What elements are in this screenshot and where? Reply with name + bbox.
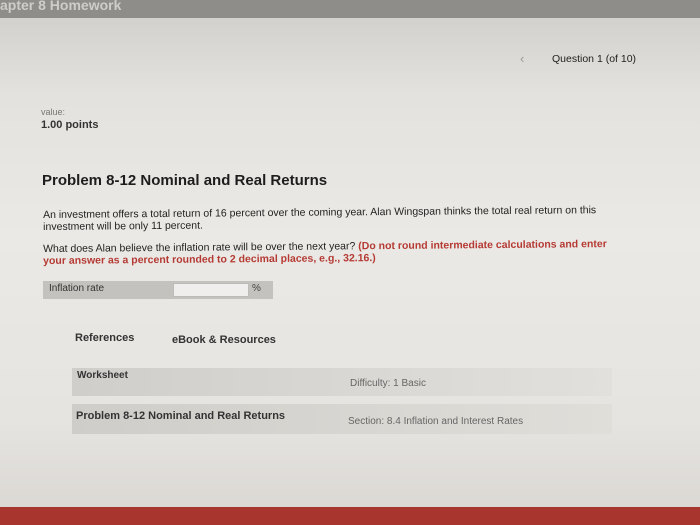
answer-label: Inflation rate — [49, 283, 105, 294]
percent-unit: % — [252, 283, 261, 294]
problem-name: Problem 8-12 Nominal and Real Returns — [76, 410, 286, 422]
question-navigation: ‹ Question 1 (of 10) — [520, 49, 650, 71]
page: apter 8 Homework ‹ Question 1 (of 10) va… — [0, 0, 700, 525]
worksheet-label[interactable]: Worksheet — [77, 370, 128, 381]
inflation-rate-input[interactable] — [173, 283, 249, 297]
worksheet-band: Worksheet Difficulty: 1 Basic — [72, 368, 612, 396]
value-label: value: — [41, 107, 66, 117]
problem-statement: An investment offers a total return of 1… — [43, 204, 597, 233]
bottom-stripe — [0, 507, 700, 525]
assignment-title: apter 8 Homework — [0, 0, 122, 13]
points-value: 1.00 points — [41, 119, 99, 131]
top-bar: apter 8 Homework — [0, 0, 700, 18]
chevron-left-icon[interactable]: ‹ — [520, 51, 524, 66]
problem-title: Problem 8-12 Nominal and Real Returns — [42, 172, 328, 189]
references-bar: References eBook & Resources — [72, 330, 612, 348]
ebook-resources-button[interactable]: eBook & Resources — [172, 334, 276, 346]
answer-row: Inflation rate % — [43, 281, 273, 299]
problem-info-band: Problem 8-12 Nominal and Real Returns Se… — [72, 404, 612, 434]
problem-question: What does Alan believe the inflation rat… — [43, 238, 623, 267]
question-counter[interactable]: Question 1 (of 10) — [552, 53, 636, 65]
section-label: Section: 8.4 Inflation and Interest Rate… — [348, 416, 524, 427]
difficulty-label: Difficulty: 1 Basic — [350, 378, 426, 389]
references-button[interactable]: References — [75, 332, 134, 344]
